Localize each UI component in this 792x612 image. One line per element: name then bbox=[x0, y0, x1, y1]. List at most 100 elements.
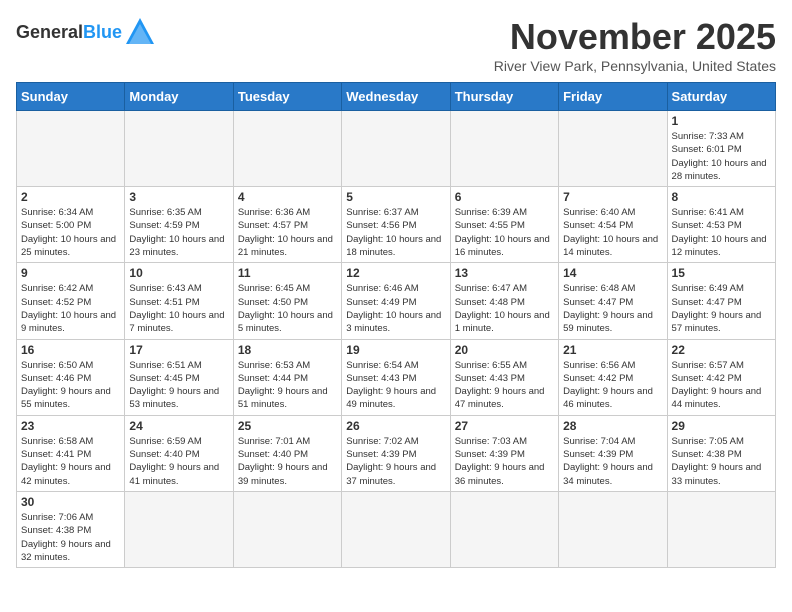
calendar-cell: 17Sunrise: 6:51 AM Sunset: 4:45 PM Dayli… bbox=[125, 339, 233, 415]
day-number: 24 bbox=[129, 419, 228, 433]
day-info: Sunrise: 7:04 AM Sunset: 4:39 PM Dayligh… bbox=[563, 435, 662, 488]
calendar-cell bbox=[342, 111, 450, 187]
calendar-cell bbox=[342, 491, 450, 567]
weekday-header-sunday: Sunday bbox=[17, 83, 125, 111]
calendar-cell: 25Sunrise: 7:01 AM Sunset: 4:40 PM Dayli… bbox=[233, 415, 341, 491]
calendar-cell: 11Sunrise: 6:45 AM Sunset: 4:50 PM Dayli… bbox=[233, 263, 341, 339]
day-number: 5 bbox=[346, 190, 445, 204]
day-number: 29 bbox=[672, 419, 771, 433]
day-info: Sunrise: 6:40 AM Sunset: 4:54 PM Dayligh… bbox=[563, 206, 662, 259]
day-number: 13 bbox=[455, 266, 554, 280]
title-area: November 2025 River View Park, Pennsylva… bbox=[494, 16, 776, 74]
calendar-table: SundayMondayTuesdayWednesdayThursdayFrid… bbox=[16, 82, 776, 568]
day-number: 4 bbox=[238, 190, 337, 204]
month-title: November 2025 bbox=[494, 16, 776, 58]
day-info: Sunrise: 6:53 AM Sunset: 4:44 PM Dayligh… bbox=[238, 359, 337, 412]
logo-icon bbox=[126, 18, 154, 44]
weekday-header-monday: Monday bbox=[125, 83, 233, 111]
day-info: Sunrise: 6:41 AM Sunset: 4:53 PM Dayligh… bbox=[672, 206, 771, 259]
calendar-cell: 27 Sunrise: 7:03 AM Sunset: 4:39 PM Dayli… bbox=[450, 415, 558, 491]
calendar-week-row: 1 Sunrise: 7:33 AM Sunset: 6:01 PM Daylig… bbox=[17, 111, 776, 187]
logo-line1: GeneralBlue bbox=[16, 23, 122, 43]
calendar-week-row: 16 Sunrise: 6:50 AM Sunset: 4:46 PM Dayli… bbox=[17, 339, 776, 415]
calendar-cell bbox=[450, 111, 558, 187]
day-number: 1 bbox=[672, 114, 771, 128]
calendar-cell: 1 Sunrise: 7:33 AM Sunset: 6:01 PM Daylig… bbox=[667, 111, 775, 187]
calendar-cell: 5 Sunrise: 6:37 AM Sunset: 4:56 PM Daylig… bbox=[342, 187, 450, 263]
day-number: 26 bbox=[346, 419, 445, 433]
calendar-cell: 24 Sunrise: 6:59 AM Sunset: 4:40 PM Dayli… bbox=[125, 415, 233, 491]
day-number: 23 bbox=[21, 419, 120, 433]
day-info: Sunrise: 6:35 AM Sunset: 4:59 PM Dayligh… bbox=[129, 206, 228, 259]
day-info: Sunrise: 6:50 AM Sunset: 4:46 PM Dayligh… bbox=[21, 359, 120, 412]
day-info: Sunrise: 6:34 AM Sunset: 5:00 PM Dayligh… bbox=[21, 206, 120, 259]
calendar-cell: 8Sunrise: 6:41 AM Sunset: 4:53 PM Daylig… bbox=[667, 187, 775, 263]
day-number: 7 bbox=[563, 190, 662, 204]
day-info: Sunrise: 6:48 AM Sunset: 4:47 PM Dayligh… bbox=[563, 282, 662, 335]
calendar-cell: 18Sunrise: 6:53 AM Sunset: 4:44 PM Dayli… bbox=[233, 339, 341, 415]
calendar-cell: 15 Sunrise: 6:49 AM Sunset: 4:47 PM Dayli… bbox=[667, 263, 775, 339]
day-info: Sunrise: 7:33 AM Sunset: 6:01 PM Dayligh… bbox=[672, 130, 771, 183]
day-number: 9 bbox=[21, 266, 120, 280]
calendar-cell: 7 Sunrise: 6:40 AM Sunset: 4:54 PM Daylig… bbox=[559, 187, 667, 263]
calendar-cell: 16 Sunrise: 6:50 AM Sunset: 4:46 PM Dayli… bbox=[17, 339, 125, 415]
day-info: Sunrise: 6:39 AM Sunset: 4:55 PM Dayligh… bbox=[455, 206, 554, 259]
day-info: Sunrise: 6:57 AM Sunset: 4:42 PM Dayligh… bbox=[672, 359, 771, 412]
logo-blue: Blue bbox=[83, 22, 122, 42]
day-info: Sunrise: 6:56 AM Sunset: 4:42 PM Dayligh… bbox=[563, 359, 662, 412]
day-info: Sunrise: 6:36 AM Sunset: 4:57 PM Dayligh… bbox=[238, 206, 337, 259]
day-info: Sunrise: 6:55 AM Sunset: 4:43 PM Dayligh… bbox=[455, 359, 554, 412]
calendar-cell: 29 Sunrise: 7:05 AM Sunset: 4:38 PM Dayli… bbox=[667, 415, 775, 491]
calendar-cell: 30Sunrise: 7:06 AM Sunset: 4:38 PM Dayli… bbox=[17, 491, 125, 567]
day-number: 22 bbox=[672, 343, 771, 357]
day-number: 19 bbox=[346, 343, 445, 357]
day-info: Sunrise: 7:03 AM Sunset: 4:39 PM Dayligh… bbox=[455, 435, 554, 488]
calendar-header-row: SundayMondayTuesdayWednesdayThursdayFrid… bbox=[17, 83, 776, 111]
calendar-cell: 20Sunrise: 6:55 AM Sunset: 4:43 PM Dayli… bbox=[450, 339, 558, 415]
calendar-cell bbox=[667, 491, 775, 567]
day-info: Sunrise: 6:37 AM Sunset: 4:56 PM Dayligh… bbox=[346, 206, 445, 259]
weekday-header-thursday: Thursday bbox=[450, 83, 558, 111]
calendar-cell: 21 Sunrise: 6:56 AM Sunset: 4:42 PM Dayli… bbox=[559, 339, 667, 415]
calendar-cell: 23Sunrise: 6:58 AM Sunset: 4:41 PM Dayli… bbox=[17, 415, 125, 491]
day-number: 6 bbox=[455, 190, 554, 204]
day-number: 14 bbox=[563, 266, 662, 280]
calendar-cell: 6 Sunrise: 6:39 AM Sunset: 4:55 PM Daylig… bbox=[450, 187, 558, 263]
calendar-cell: 9Sunrise: 6:42 AM Sunset: 4:52 PM Daylig… bbox=[17, 263, 125, 339]
calendar-cell: 13Sunrise: 6:47 AM Sunset: 4:48 PM Dayli… bbox=[450, 263, 558, 339]
calendar-cell: 19Sunrise: 6:54 AM Sunset: 4:43 PM Dayli… bbox=[342, 339, 450, 415]
calendar-cell bbox=[233, 491, 341, 567]
calendar-week-row: 23Sunrise: 6:58 AM Sunset: 4:41 PM Dayli… bbox=[17, 415, 776, 491]
calendar-cell bbox=[450, 491, 558, 567]
weekday-header-friday: Friday bbox=[559, 83, 667, 111]
calendar-cell: 14 Sunrise: 6:48 AM Sunset: 4:47 PM Dayli… bbox=[559, 263, 667, 339]
day-number: 15 bbox=[672, 266, 771, 280]
day-info: Sunrise: 6:59 AM Sunset: 4:40 PM Dayligh… bbox=[129, 435, 228, 488]
calendar-week-row: 30Sunrise: 7:06 AM Sunset: 4:38 PM Dayli… bbox=[17, 491, 776, 567]
calendar-week-row: 2 Sunrise: 6:34 AM Sunset: 5:00 PM Daylig… bbox=[17, 187, 776, 263]
calendar-cell bbox=[233, 111, 341, 187]
calendar-cell bbox=[125, 491, 233, 567]
day-number: 10 bbox=[129, 266, 228, 280]
page-header: GeneralBlue November 2025 River View Par… bbox=[16, 16, 776, 74]
day-number: 12 bbox=[346, 266, 445, 280]
calendar-cell bbox=[17, 111, 125, 187]
day-info: Sunrise: 7:05 AM Sunset: 4:38 PM Dayligh… bbox=[672, 435, 771, 488]
calendar-week-row: 9Sunrise: 6:42 AM Sunset: 4:52 PM Daylig… bbox=[17, 263, 776, 339]
calendar-cell bbox=[559, 111, 667, 187]
day-info: Sunrise: 6:46 AM Sunset: 4:49 PM Dayligh… bbox=[346, 282, 445, 335]
day-number: 17 bbox=[129, 343, 228, 357]
day-number: 2 bbox=[21, 190, 120, 204]
day-number: 27 bbox=[455, 419, 554, 433]
day-info: Sunrise: 6:43 AM Sunset: 4:51 PM Dayligh… bbox=[129, 282, 228, 335]
day-number: 21 bbox=[563, 343, 662, 357]
weekday-header-saturday: Saturday bbox=[667, 83, 775, 111]
day-number: 16 bbox=[21, 343, 120, 357]
day-info: Sunrise: 7:02 AM Sunset: 4:39 PM Dayligh… bbox=[346, 435, 445, 488]
day-number: 25 bbox=[238, 419, 337, 433]
calendar-cell: 22 Sunrise: 6:57 AM Sunset: 4:42 PM Dayli… bbox=[667, 339, 775, 415]
weekday-header-tuesday: Tuesday bbox=[233, 83, 341, 111]
day-info: Sunrise: 6:49 AM Sunset: 4:47 PM Dayligh… bbox=[672, 282, 771, 335]
weekday-header-wednesday: Wednesday bbox=[342, 83, 450, 111]
calendar-cell bbox=[559, 491, 667, 567]
